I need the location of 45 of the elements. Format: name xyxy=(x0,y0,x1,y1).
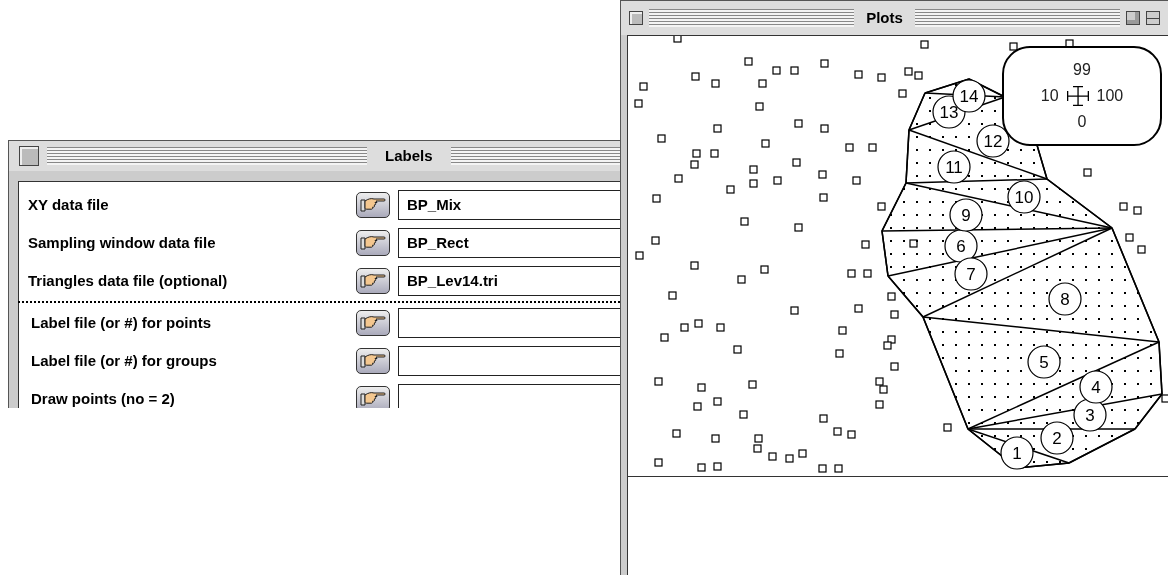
x-min-value: 10 xyxy=(1040,86,1059,106)
y-min-value: 0 xyxy=(1077,112,1087,132)
browse-button[interactable] xyxy=(356,310,390,336)
triangle-label: 10 xyxy=(1007,180,1041,214)
input-field[interactable]: BP_Lev14.tri xyxy=(398,266,620,296)
triangle-label: 9 xyxy=(949,198,983,232)
triangle-label: 5 xyxy=(1027,345,1061,379)
triangle-label: 2 xyxy=(1040,421,1074,455)
zoom-box[interactable] xyxy=(1126,11,1140,25)
field-label: Sampling window data file xyxy=(28,232,217,253)
browse-button[interactable] xyxy=(356,230,390,256)
pointing-hand-icon xyxy=(360,391,386,407)
pointing-hand-icon xyxy=(360,197,386,213)
pointing-hand-icon xyxy=(360,315,386,331)
field-label: Label file (or #) for groups xyxy=(30,350,218,371)
close-box[interactable] xyxy=(19,146,39,166)
pointing-hand-icon xyxy=(360,235,386,251)
input-field[interactable]: BP_Rect xyxy=(398,228,620,258)
window-title: Labels xyxy=(384,145,434,166)
field-label: Draw points (no = 2) xyxy=(30,388,176,408)
input-field[interactable] xyxy=(398,308,620,338)
input-field[interactable]: BP_Mix xyxy=(398,190,620,220)
field-label: XY data file xyxy=(28,194,110,215)
x-max-value: 100 xyxy=(1096,86,1124,106)
field-label: Triangles data file (optional) xyxy=(28,270,229,291)
triangle-label: 1 xyxy=(1000,436,1034,470)
pointing-hand-icon xyxy=(360,273,386,289)
pointing-hand-icon xyxy=(360,353,386,369)
triangle-label: 12 xyxy=(976,124,1010,158)
window-title: Plots xyxy=(865,7,904,28)
close-box[interactable] xyxy=(629,11,643,25)
triangle-label: 8 xyxy=(1048,282,1082,316)
browse-button[interactable] xyxy=(356,386,390,408)
triangle-label: 4 xyxy=(1079,370,1113,404)
input-field[interactable] xyxy=(398,346,620,376)
y-max-value: 99 xyxy=(1073,60,1091,80)
crosshair-icon xyxy=(1066,86,1089,106)
browse-button[interactable] xyxy=(356,348,390,374)
field-label: Label file (or #) for points xyxy=(30,312,212,333)
browse-button[interactable] xyxy=(356,192,390,218)
browse-button[interactable] xyxy=(356,268,390,294)
collapse-box[interactable] xyxy=(1146,11,1160,25)
input-field[interactable] xyxy=(398,384,620,408)
triangle-label: 7 xyxy=(954,257,988,291)
triangle-label: 11 xyxy=(937,150,971,184)
